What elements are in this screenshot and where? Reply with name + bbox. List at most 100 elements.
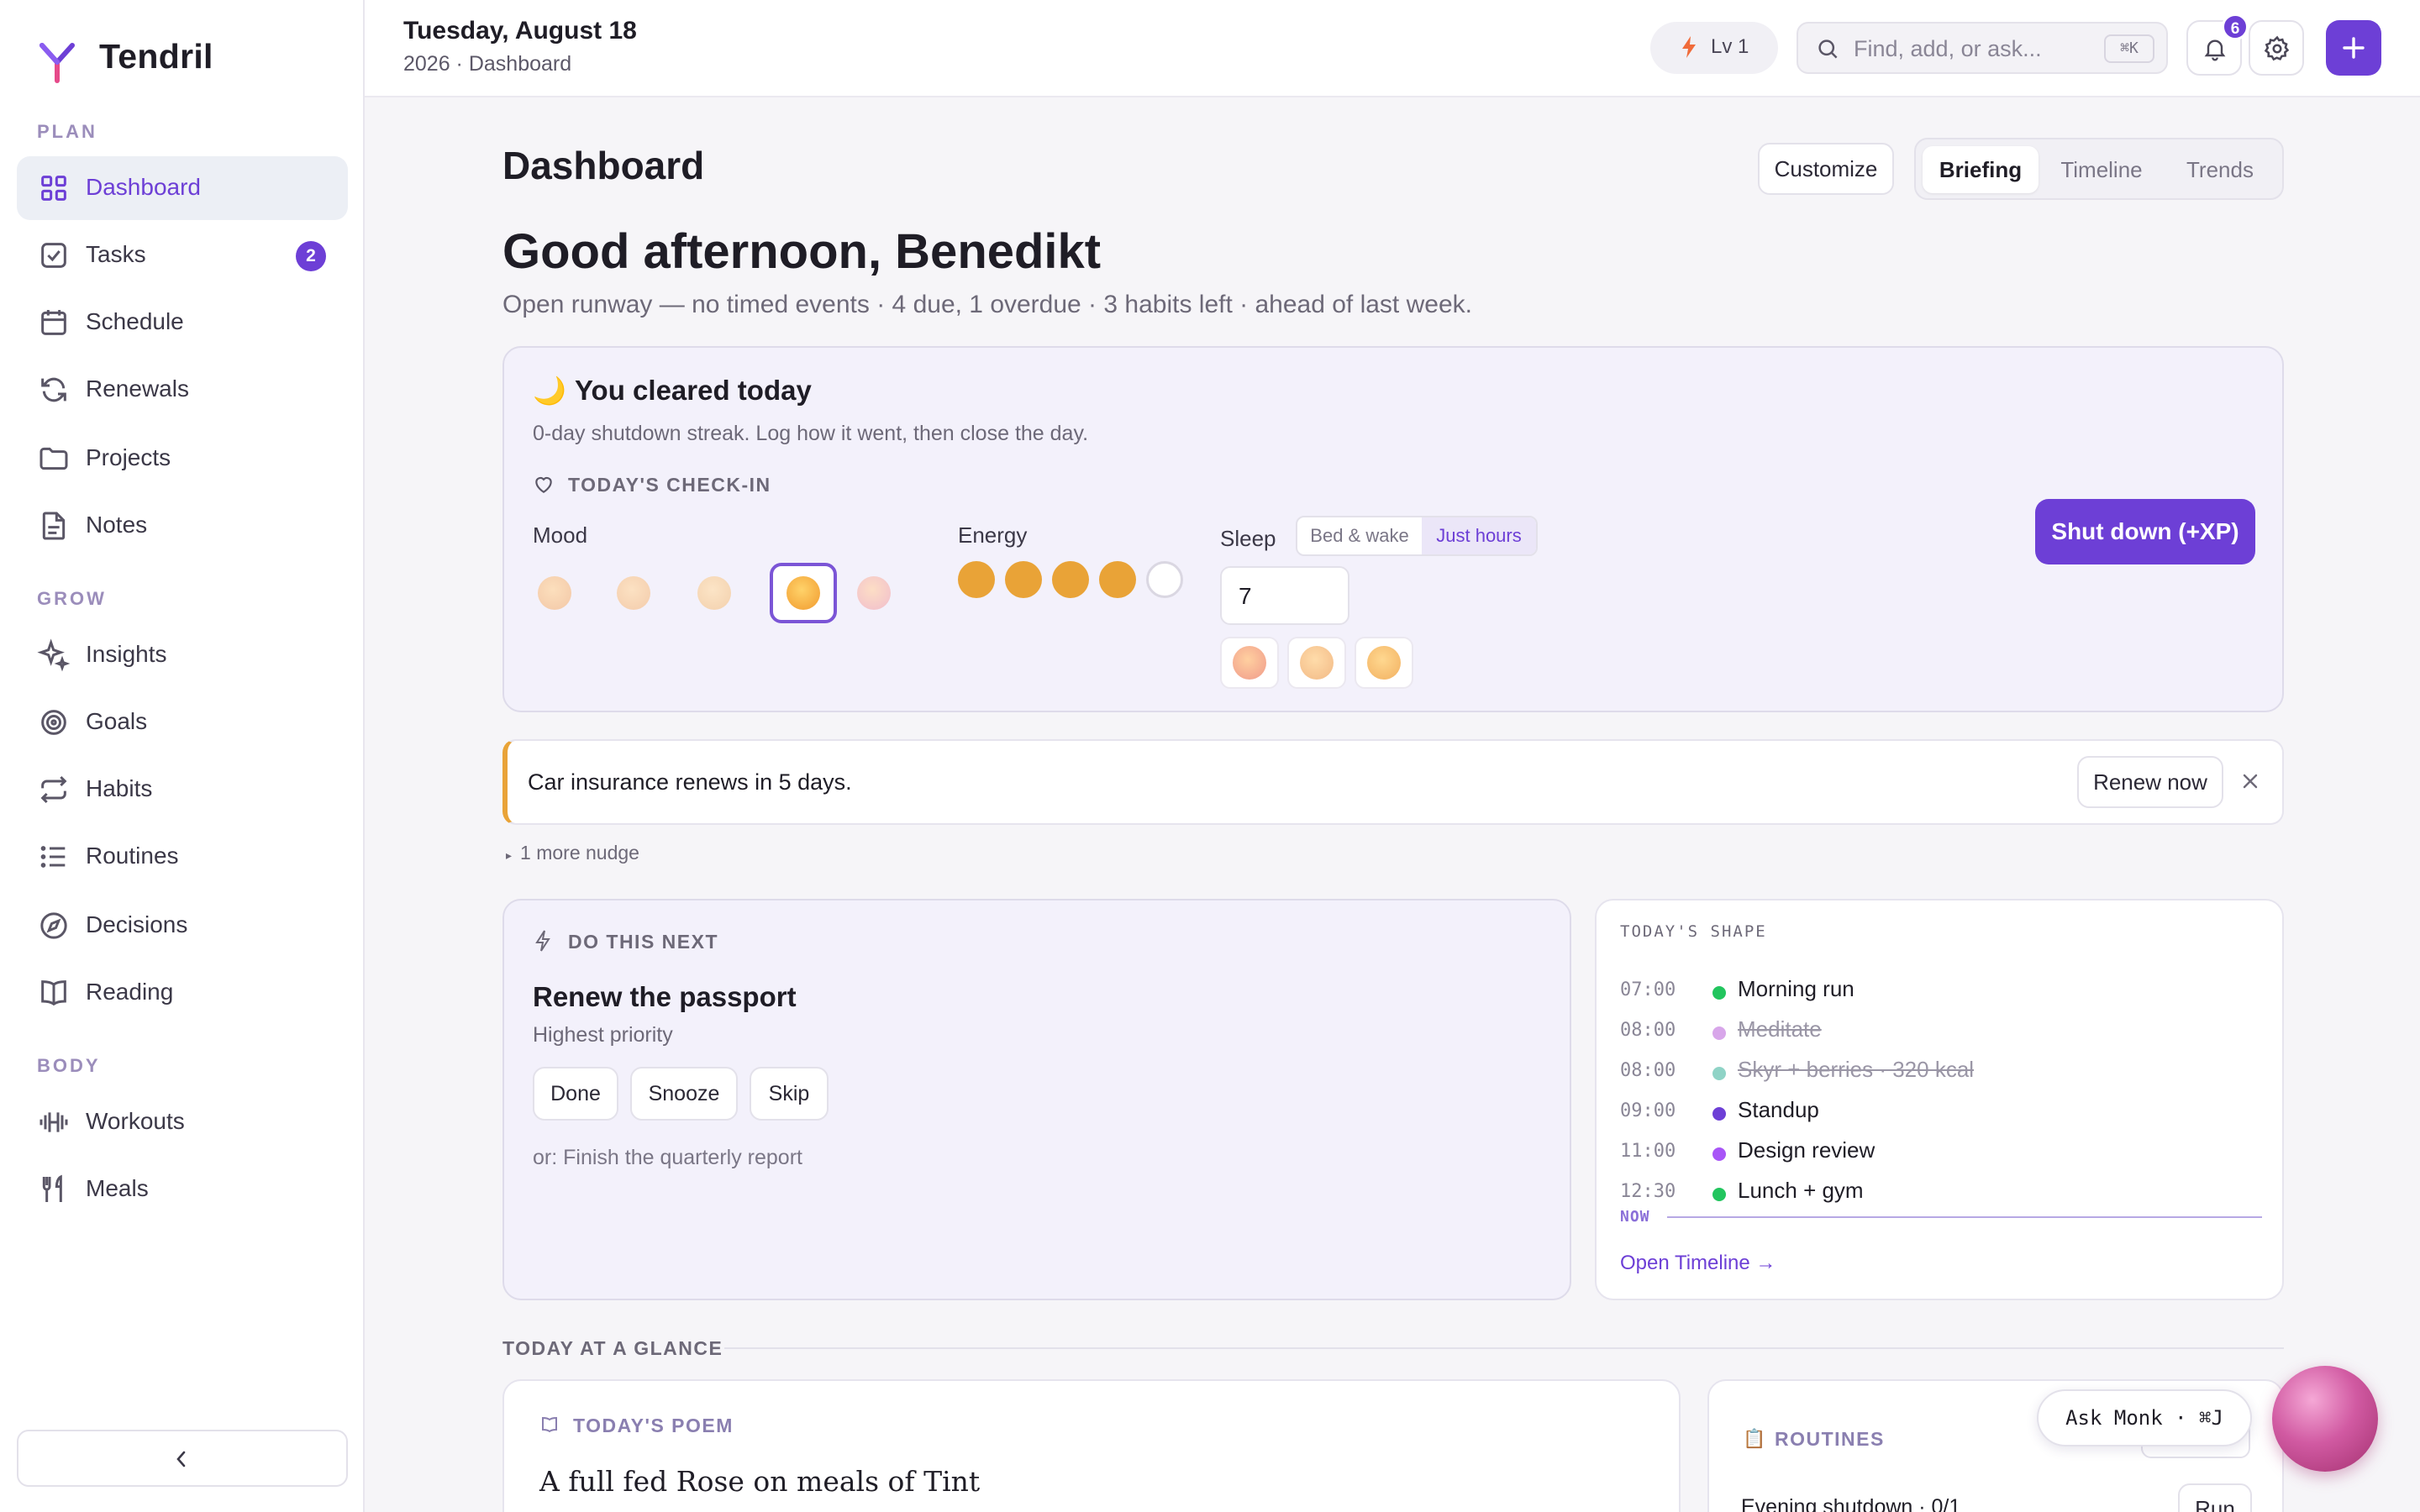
list-icon <box>37 840 71 874</box>
sidebar-item-label: Projects <box>86 444 171 470</box>
nudge-text: Car insurance renews in 5 days. <box>528 769 852 795</box>
sleep-quality-good[interactable] <box>1355 637 1413 689</box>
event-color-dot <box>1712 1188 1726 1201</box>
collapse-sidebar-button[interactable] <box>17 1430 348 1487</box>
level-badge[interactable]: Lv 1 <box>1650 22 1778 74</box>
sidebar-item-meals[interactable]: Meals <box>17 1158 348 1221</box>
add-button[interactable] <box>2326 20 2381 76</box>
event-name: Skyr + berries · 320 kcal <box>1738 1057 1975 1082</box>
notification-count-badge: 6 <box>2222 13 2249 40</box>
snooze-button[interactable]: Snooze <box>630 1067 738 1121</box>
sidebar-item-label: Notes <box>86 512 148 538</box>
energy-dot-2[interactable] <box>1005 561 1042 598</box>
frown-face-icon <box>617 576 650 610</box>
sidebar-item-insights[interactable]: Insights <box>17 623 348 687</box>
sidebar-item-dashboard[interactable]: Dashboard <box>17 156 348 220</box>
do-this-next-card: DO THIS NEXT Renew the passport Highest … <box>502 899 1571 1300</box>
skip-button[interactable]: Skip <box>750 1067 829 1121</box>
sleep-quality-poor[interactable] <box>1220 637 1279 689</box>
checkin-subtitle: 0-day shutdown streak. Log how it went, … <box>533 422 1089 445</box>
sleep-mode-toggle: Bed & wake Just hours <box>1296 516 1538 556</box>
sidebar-item-habits[interactable]: Habits <box>17 758 348 822</box>
schedule-event[interactable]: 08:00 Skyr + berries · 320 kcal <box>1620 1053 2259 1087</box>
schedule-event[interactable]: 11:00 Design review <box>1620 1134 2259 1168</box>
sidebar-item-notes[interactable]: Notes <box>17 494 348 558</box>
search-input[interactable]: Find, add, or ask... ⌘K <box>1797 22 2168 74</box>
schedule-event[interactable]: 08:00 Meditate <box>1620 1013 2259 1047</box>
todays-shape-card: TODAY'S SHAPE 07:00 Morning run 08:00 Medit… <box>1595 899 2284 1300</box>
clipboard-icon: 📋 <box>1743 1428 1766 1449</box>
section-label-body: BODY <box>37 1055 101 1076</box>
next-task-title: Renew the passport <box>533 981 797 1012</box>
close-icon[interactable] <box>2240 771 2260 791</box>
sidebar-item-goals[interactable]: Goals <box>17 690 348 754</box>
schedule-event[interactable]: 07:00 Morning run <box>1620 973 2259 1006</box>
neutral-face-icon <box>697 576 731 610</box>
shut-down-button[interactable]: Shut down (+XP) <box>2035 499 2255 564</box>
heart-icon <box>533 474 555 494</box>
now-label: NOW <box>1620 1208 1650 1226</box>
more-nudges-toggle[interactable]: ▸ 1 more nudge <box>506 842 639 864</box>
notifications-button[interactable]: 6 <box>2186 13 2249 76</box>
sidebar-item-label: Workouts <box>86 1108 185 1134</box>
shape-label: TODAY'S SHAPE <box>1620 922 1767 941</box>
event-color-dot <box>1712 1147 1726 1161</box>
done-button[interactable]: Done <box>533 1067 618 1121</box>
sidebar-item-routines[interactable]: Routines <box>17 825 348 889</box>
neutral-face-icon <box>1300 646 1334 680</box>
tab-briefing[interactable]: Briefing <box>1923 146 2039 193</box>
mood-option-4[interactable] <box>770 563 837 623</box>
event-color-dot <box>1712 986 1726 1000</box>
routines-label: ROUTINES <box>1775 1428 1885 1450</box>
energy-dot-4[interactable] <box>1099 561 1136 598</box>
sidebar-item-schedule[interactable]: Schedule <box>17 291 348 354</box>
energy-label: Energy <box>958 522 1028 548</box>
now-line <box>1667 1216 2262 1218</box>
tired-face-icon <box>1233 646 1266 680</box>
sidebar-item-label: Routines <box>86 843 179 869</box>
settings-button[interactable] <box>2249 20 2304 76</box>
moon-icon: 🌙 <box>533 375 566 406</box>
schedule-event[interactable]: 12:30 Lunch + gym <box>1620 1174 2259 1208</box>
tab-trends[interactable]: Trends <box>2165 146 2275 193</box>
sleep-mode-bed-wake[interactable]: Bed & wake <box>1297 517 1422 554</box>
open-timeline-link[interactable]: Open Timeline → <box>1620 1252 1776 1275</box>
document-icon <box>37 509 71 543</box>
ask-monk-button[interactable]: Ask Monk · ⌘J <box>2037 1389 2252 1446</box>
sleep-quality-ok[interactable] <box>1287 637 1346 689</box>
sleep-hours-input[interactable]: 7 <box>1220 566 1349 625</box>
energy-dot-1[interactable] <box>958 561 995 598</box>
sidebar-item-projects[interactable]: Projects <box>17 427 348 491</box>
refresh-icon <box>37 373 71 407</box>
sidebar-item-reading[interactable]: Reading <box>17 961 348 1025</box>
assistant-orb-icon[interactable] <box>2272 1366 2378 1472</box>
mood-option-3[interactable] <box>681 563 748 623</box>
top-bar: Tuesday, August 18 2026 · Dashboard Lv 1… <box>365 0 2420 97</box>
mood-option-5[interactable] <box>840 563 908 623</box>
renew-now-button[interactable]: Renew now <box>2077 756 2223 808</box>
repeat-icon <box>37 773 71 806</box>
sidebar-item-workouts[interactable]: Workouts <box>17 1090 348 1154</box>
sleep-mode-just-hours[interactable]: Just hours <box>1422 517 1536 554</box>
sidebar-item-renewals[interactable]: Renewals <box>17 358 348 422</box>
view-switcher: Briefing Timeline Trends <box>1914 138 2284 200</box>
sidebar-item-tasks[interactable]: Tasks 2 <box>17 223 348 287</box>
customize-button[interactable]: Customize <box>1758 143 1894 195</box>
tab-timeline[interactable]: Timeline <box>2042 146 2161 193</box>
schedule-event[interactable]: 09:00 Standup <box>1620 1094 2259 1127</box>
bolt-icon <box>1681 35 1697 59</box>
poem-title: A full fed Rose on meals of Tint <box>539 1465 981 1498</box>
sleep-label: Sleep <box>1220 526 1276 551</box>
alternative-task[interactable]: or: Finish the quarterly report <box>533 1146 802 1170</box>
sidebar-item-decisions[interactable]: Decisions <box>17 894 348 958</box>
mood-option-1[interactable] <box>521 563 588 623</box>
event-name: Standup <box>1738 1097 1819 1122</box>
mood-option-2[interactable] <box>600 563 667 623</box>
energy-dot-3[interactable] <box>1052 561 1089 598</box>
glance-section-label: TODAY AT A GLANCE <box>502 1337 723 1359</box>
run-routine-button[interactable]: Run <box>2178 1483 2252 1512</box>
app-name: Tendril <box>99 37 213 76</box>
sidebar-item-label: Renewals <box>86 375 189 402</box>
energy-dot-5[interactable] <box>1146 561 1183 598</box>
app-logo-icon[interactable] <box>39 42 76 84</box>
